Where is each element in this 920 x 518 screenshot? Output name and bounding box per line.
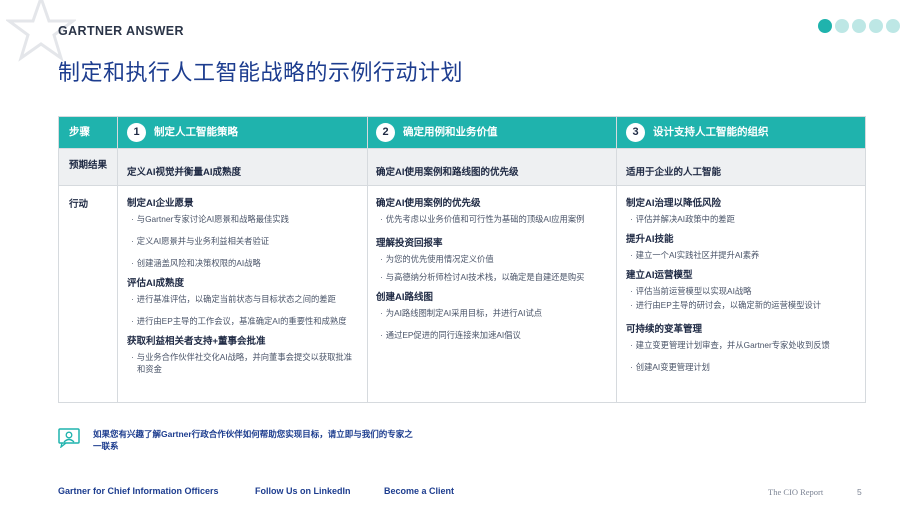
step-title-2: 确定用例和业务价值 bbox=[403, 126, 498, 138]
page-title: 制定和执行人工智能战略的示例行动计划 bbox=[58, 61, 464, 86]
section-title: 提升AI技能 bbox=[626, 234, 674, 245]
report-name: The CIO Report bbox=[768, 487, 824, 497]
action-item: 建立变更管理计划审查，并从Gartner专家处收到反馈 bbox=[626, 339, 858, 351]
action-item: 通过EP促进的同行连接来加速AI倡议 bbox=[376, 329, 608, 341]
action-item: 优先考虑以业务价值和可行性为基础的顶级AI应用案例 bbox=[376, 213, 608, 225]
section-title: 建立AI运营模型 bbox=[626, 270, 693, 281]
section-title: 可持续的变革管理 bbox=[626, 324, 703, 335]
section-title: 制定AI企业愿景 bbox=[127, 198, 194, 209]
divider bbox=[616, 117, 617, 402]
action-plan-table: 步骤 预期结果 行动 1 制定人工智能策略 2 确定用例和业务价值 3 设计支持… bbox=[58, 116, 866, 403]
outcome-2: 确定AI使用案例和路线图的优先级 bbox=[376, 167, 519, 178]
footer-link-linkedin[interactable]: Follow Us on LinkedIn bbox=[255, 486, 351, 496]
section-title: 确定AI使用案例的优先级 bbox=[376, 198, 481, 209]
page-dot-5[interactable] bbox=[886, 19, 900, 33]
action-item: 评估并解决AI政策中的差距 bbox=[626, 213, 858, 225]
section-title: 理解投资回报率 bbox=[376, 238, 443, 249]
actions-column-2: 确定AI使用案例的优先级 优先考虑以业务价值和可行性为基础的顶级AI应用案例 理… bbox=[376, 195, 608, 347]
step-number-3: 3 bbox=[626, 123, 645, 142]
page-number: 5 bbox=[857, 487, 862, 497]
outcome-1: 定义AI视觉并衡量AI成熟度 bbox=[127, 167, 242, 178]
page-dot-3[interactable] bbox=[852, 19, 866, 33]
action-item: 创建AI变更管理计划 bbox=[626, 361, 858, 373]
action-item: 与Gartner专家讨论AI愿景和战略最佳实践 bbox=[127, 213, 359, 225]
action-item: 进行由EP主导的研讨会，以确定新的运营模型设计 bbox=[626, 299, 858, 311]
divider bbox=[59, 185, 865, 186]
action-item: 与高德纳分析师检讨AI技术栈，以确定是自建还是购买 bbox=[376, 271, 608, 283]
expert-chat-icon[interactable] bbox=[58, 428, 80, 448]
action-item: 建立一个AI实践社区并提升AI素养 bbox=[626, 249, 858, 261]
footer-link-become-client[interactable]: Become a Client bbox=[384, 486, 454, 496]
divider bbox=[367, 117, 368, 402]
action-item: 进行基准评估，以确定当前状态与目标状态之间的差距 bbox=[127, 293, 359, 305]
action-item: 创建涵盖风险和决策权限的AI战略 bbox=[127, 257, 359, 269]
row-label-actions: 行动 bbox=[69, 199, 89, 210]
step-number-2: 2 bbox=[376, 123, 395, 142]
section-title: 获取利益相关者支持+董事会批准 bbox=[127, 336, 266, 347]
page-dot-4[interactable] bbox=[869, 19, 883, 33]
brand-label: GARTNER ANSWER bbox=[58, 24, 184, 38]
step-number-1: 1 bbox=[127, 123, 146, 142]
page-dot-2[interactable] bbox=[835, 19, 849, 33]
row-label-outcomes: 预期结果 bbox=[69, 160, 108, 171]
section-title: 评估AI成熟度 bbox=[127, 278, 185, 289]
page-dot-1[interactable] bbox=[818, 19, 832, 33]
row-label-steps: 步骤 bbox=[69, 126, 90, 138]
action-item: 与业务合作伙伴社交化AI战略，并向董事会提交以获取批准和资金 bbox=[127, 351, 359, 375]
actions-column-1: 制定AI企业愿景 与Gartner专家讨论AI愿景和战略最佳实践 定义AI愿景并… bbox=[127, 195, 359, 381]
actions-column-3: 制定AI治理以降低风险 评估并解决AI政策中的差距 提升AI技能 建立一个AI实… bbox=[626, 195, 858, 379]
section-title: 制定AI治理以降低风险 bbox=[626, 198, 722, 209]
action-item: 评估当前运营模型以实现AI战略 bbox=[626, 285, 858, 297]
divider bbox=[59, 148, 865, 149]
footer-link-cio[interactable]: Gartner for Chief Information Officers bbox=[58, 486, 219, 496]
divider bbox=[117, 117, 118, 402]
contact-expert-link[interactable]: 如果您有兴趣了解Gartner行政合作伙伴如何帮助您实现目标，请立即与我们的专家… bbox=[93, 428, 413, 452]
page-indicator bbox=[818, 19, 900, 33]
section-title: 创建AI路线图 bbox=[376, 292, 434, 303]
action-item: 定义AI愿景并与业务利益相关者验证 bbox=[127, 235, 359, 247]
outcome-3: 适用于企业的人工智能 bbox=[626, 167, 722, 178]
step-title-3: 设计支持人工智能的组织 bbox=[653, 126, 769, 138]
action-item: 为您的优先使用情况定义价值 bbox=[376, 253, 608, 265]
action-item: 为AI路线图制定AI采用目标，并进行AI试点 bbox=[376, 307, 608, 319]
action-item: 进行由EP主导的工作会议，基准确定AI的重要性和成熟度 bbox=[127, 315, 359, 327]
step-title-1: 制定人工智能策略 bbox=[154, 126, 238, 138]
